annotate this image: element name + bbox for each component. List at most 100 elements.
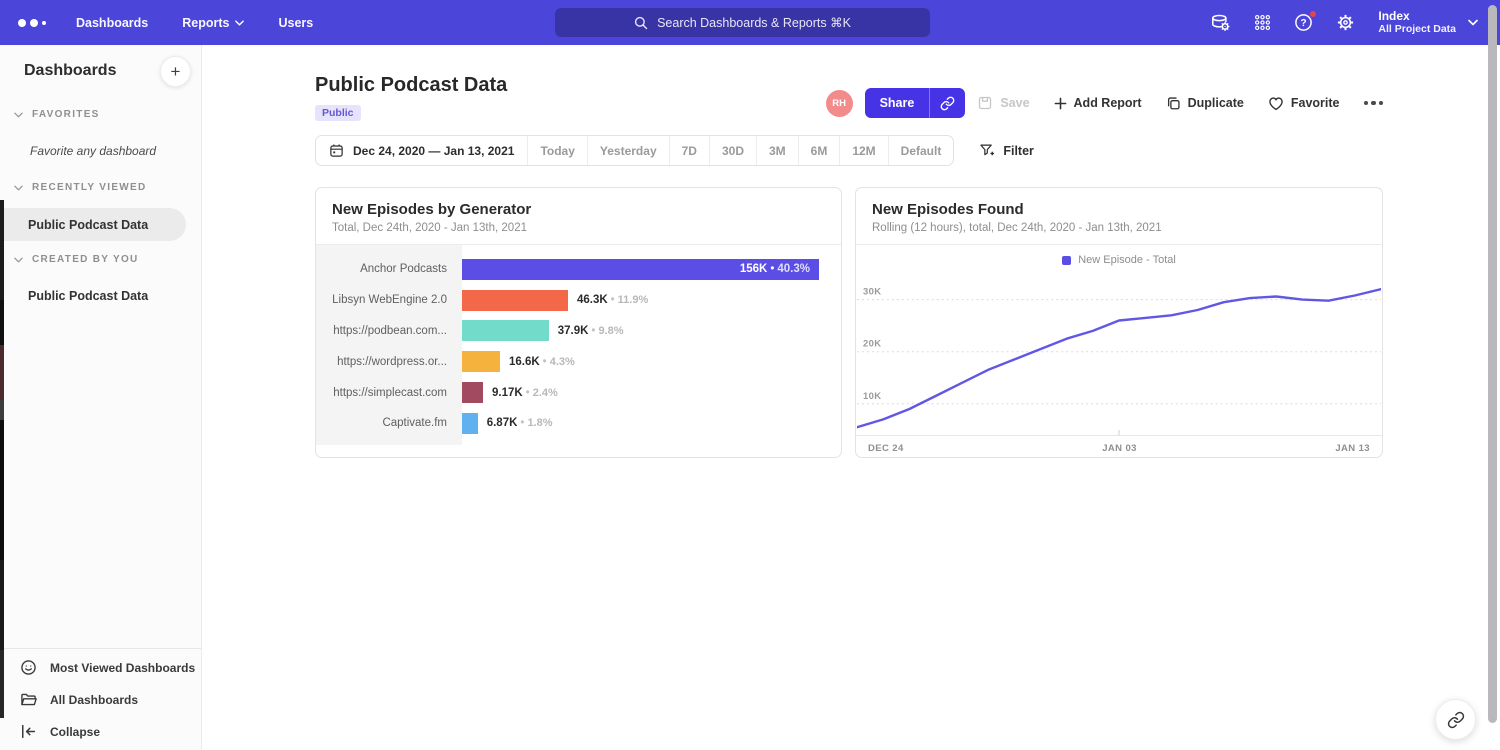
bar-area: 37.9K•9.8% bbox=[462, 320, 841, 341]
x-axis-labels: DEC 24JAN 03JAN 13 bbox=[856, 435, 1382, 454]
apps-grid-icon[interactable] bbox=[1254, 14, 1271, 31]
date-range-label: Dec 24, 2020 — Jan 13, 2021 bbox=[353, 144, 514, 158]
y-axis-tick-label: 30K bbox=[863, 287, 882, 298]
bar-segment[interactable] bbox=[462, 320, 549, 341]
date-toolbar: Dec 24, 2020 — Jan 13, 2021 TodayYesterd… bbox=[315, 135, 1034, 166]
filter-label: Filter bbox=[1003, 144, 1034, 158]
chevron-down-icon bbox=[1468, 19, 1478, 26]
preset-yesterday[interactable]: Yesterday bbox=[587, 136, 669, 165]
preset-3m[interactable]: 3M bbox=[756, 136, 798, 165]
link-icon bbox=[1447, 711, 1465, 729]
preset-6m[interactable]: 6M bbox=[798, 136, 840, 165]
footer-item-label: Most Viewed Dashboards bbox=[50, 661, 195, 675]
bar-value-label: 9.17K•2.4% bbox=[492, 387, 558, 399]
bar-area: 156K•40.3% bbox=[462, 259, 841, 280]
bar-value-label: 46.3K•11.9% bbox=[577, 294, 648, 306]
bar-row: Anchor Podcasts 156K•40.3% bbox=[316, 254, 841, 285]
preset-30d[interactable]: 30D bbox=[709, 136, 756, 165]
project-name: Index bbox=[1378, 9, 1456, 23]
data-management-icon[interactable] bbox=[1210, 13, 1231, 32]
bar-segment[interactable]: 156K•40.3% bbox=[462, 259, 819, 280]
nav-item-reports[interactable]: Reports bbox=[182, 16, 244, 30]
sidebar-item-label: Public Podcast Data bbox=[28, 218, 148, 232]
date-range-picker[interactable]: Dec 24, 2020 — Jan 13, 2021 bbox=[316, 136, 527, 165]
card-title: New Episodes by Generator bbox=[332, 201, 825, 218]
project-subtitle: All Project Data bbox=[1378, 23, 1456, 36]
bar-category-label: Captivate.fm bbox=[316, 417, 462, 429]
chevron-down-icon bbox=[235, 20, 244, 26]
add-dashboard-button[interactable]: + bbox=[160, 56, 191, 87]
line-chart-plot[interactable]: 10K20K30K bbox=[857, 271, 1381, 435]
nav-item-dashboards[interactable]: Dashboards bbox=[76, 16, 148, 30]
share-button[interactable]: Share bbox=[865, 88, 930, 118]
nav-item-label: Users bbox=[278, 16, 313, 30]
card-subtitle: Rolling (12 hours), total, Dec 24th, 202… bbox=[872, 222, 1366, 234]
avatar[interactable]: RH bbox=[826, 90, 853, 117]
filter-button[interactable]: Filter bbox=[979, 143, 1034, 158]
nav-item-users[interactable]: Users bbox=[278, 16, 313, 30]
floppy-save-icon bbox=[977, 95, 993, 111]
action-label: Favorite bbox=[1291, 96, 1340, 110]
preset-12m[interactable]: 12M bbox=[839, 136, 887, 165]
most-viewed-dashboards-button[interactable]: Most Viewed Dashboards bbox=[20, 659, 195, 676]
chart-legend: New Episode - Total bbox=[856, 254, 1382, 266]
top-nav: Dashboards Reports Users Search Dashboar… bbox=[0, 0, 1500, 45]
heart-icon bbox=[1268, 96, 1284, 111]
section-created-by-you[interactable]: CREATED BY YOU bbox=[14, 254, 139, 265]
bar-chart[interactable]: Anchor Podcasts156K•40.3%Libsyn WebEngin… bbox=[316, 245, 841, 445]
share-link-button[interactable] bbox=[929, 88, 965, 118]
preset-today[interactable]: Today bbox=[527, 136, 586, 165]
line-series[interactable] bbox=[857, 289, 1381, 427]
bar-segment[interactable] bbox=[462, 290, 568, 311]
search-input[interactable]: Search Dashboards & Reports ⌘K bbox=[555, 8, 930, 37]
preset-default[interactable]: Default bbox=[888, 136, 954, 165]
sidebar: Dashboards + FAVORITES Favorite any dash… bbox=[0, 45, 202, 750]
mixpanel-logo-icon[interactable] bbox=[18, 19, 46, 27]
copy-icon bbox=[1166, 96, 1181, 111]
line-chart-svg: 10K20K30K bbox=[857, 271, 1381, 435]
settings-gear-icon[interactable] bbox=[1336, 13, 1355, 32]
bar-area: 6.87K•1.8% bbox=[462, 413, 841, 434]
svg-text:?: ? bbox=[1301, 18, 1307, 29]
sidebar-item-public-podcast-data-2[interactable]: Public Podcast Data bbox=[0, 279, 186, 312]
project-switcher[interactable]: Index All Project Data bbox=[1378, 9, 1478, 36]
date-range-group: Dec 24, 2020 — Jan 13, 2021 TodayYesterd… bbox=[315, 135, 954, 166]
bar-segment[interactable] bbox=[462, 382, 483, 403]
bar-segment[interactable] bbox=[462, 413, 478, 434]
bar-category-label: https://podbean.com... bbox=[316, 325, 462, 337]
sidebar-title: Dashboards bbox=[24, 62, 116, 80]
duplicate-button[interactable]: Duplicate bbox=[1166, 96, 1244, 111]
preset-7d[interactable]: 7D bbox=[669, 136, 709, 165]
favorite-button[interactable]: Favorite bbox=[1268, 96, 1340, 111]
copy-link-fab[interactable] bbox=[1435, 699, 1476, 740]
bar-area: 46.3K•11.9% bbox=[462, 290, 841, 311]
bar-category-label: https://simplecast.com bbox=[316, 387, 462, 399]
sidebar-item-public-podcast-data[interactable]: Public Podcast Data bbox=[0, 208, 186, 241]
bar-area: 16.6K•4.3% bbox=[462, 351, 841, 372]
section-recently-viewed[interactable]: RECENTLY VIEWED bbox=[14, 182, 147, 193]
help-icon[interactable]: ? bbox=[1294, 13, 1313, 32]
all-dashboards-button[interactable]: All Dashboards bbox=[20, 691, 138, 708]
add-report-button[interactable]: Add Report bbox=[1054, 96, 1142, 110]
plus-icon bbox=[1054, 97, 1067, 110]
card-subtitle: Total, Dec 24th, 2020 - Jan 13th, 2021 bbox=[332, 222, 825, 234]
bar-area: 9.17K•2.4% bbox=[462, 382, 841, 403]
search-placeholder: Search Dashboards & Reports ⌘K bbox=[657, 15, 851, 30]
bar-value-label: 156K•40.3% bbox=[740, 263, 819, 275]
link-icon bbox=[940, 96, 955, 111]
bar-segment[interactable] bbox=[462, 351, 500, 372]
vertical-scrollbar[interactable] bbox=[1488, 5, 1497, 723]
action-label: Save bbox=[1000, 96, 1029, 110]
card-header[interactable]: New Episodes Found Rolling (12 hours), t… bbox=[856, 188, 1382, 245]
collapse-sidebar-button[interactable]: Collapse bbox=[20, 723, 100, 740]
project-text: Index All Project Data bbox=[1378, 9, 1456, 36]
chevron-down-icon bbox=[14, 257, 23, 263]
card-header[interactable]: New Episodes by Generator Total, Dec 24t… bbox=[316, 188, 841, 245]
folder-icon bbox=[20, 691, 37, 708]
public-badge: Public bbox=[315, 105, 361, 121]
bar-category-label: Anchor Podcasts bbox=[316, 263, 462, 275]
section-favorites[interactable]: FAVORITES bbox=[14, 109, 100, 120]
more-options-button[interactable] bbox=[1364, 101, 1384, 106]
save-button[interactable]: Save bbox=[977, 95, 1029, 111]
section-label: CREATED BY YOU bbox=[32, 254, 139, 265]
